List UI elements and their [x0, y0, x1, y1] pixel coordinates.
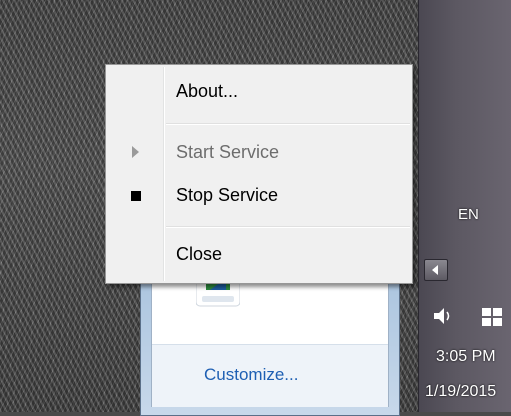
play-arrow-icon	[132, 146, 139, 158]
clock-time[interactable]: 3:05 PM	[436, 348, 496, 366]
menu-item-label: Stop Service	[176, 185, 279, 205]
menu-item-about[interactable]: About...	[108, 76, 410, 106]
menu-item-label: About...	[176, 81, 239, 101]
context-menu: About... Start Service Stop Service Clos…	[105, 64, 413, 284]
show-hidden-icons-button[interactable]	[424, 259, 448, 281]
menu-item-start-service[interactable]: Start Service	[108, 137, 410, 167]
menu-item-label: Close	[176, 244, 223, 264]
notification-overflow-popup: Customize...	[140, 262, 400, 416]
menu-separator	[166, 123, 410, 125]
windows-flag-icon[interactable]	[480, 306, 504, 328]
menu-separator	[166, 226, 410, 228]
menu-item-stop-service[interactable]: Stop Service	[108, 180, 410, 210]
menu-item-label: Start Service	[176, 142, 280, 162]
stop-square-icon	[131, 191, 141, 201]
overflow-icon-area: Customize...	[151, 263, 389, 407]
clock-date[interactable]: 1/19/2015	[425, 383, 496, 401]
customize-link[interactable]: Customize...	[204, 365, 298, 385]
speaker-icon[interactable]	[432, 306, 456, 326]
customize-link-area: Customize...	[152, 344, 388, 407]
language-indicator[interactable]: EN	[458, 206, 479, 223]
chevron-left-icon	[432, 265, 438, 275]
menu-item-close[interactable]: Close	[108, 239, 410, 269]
